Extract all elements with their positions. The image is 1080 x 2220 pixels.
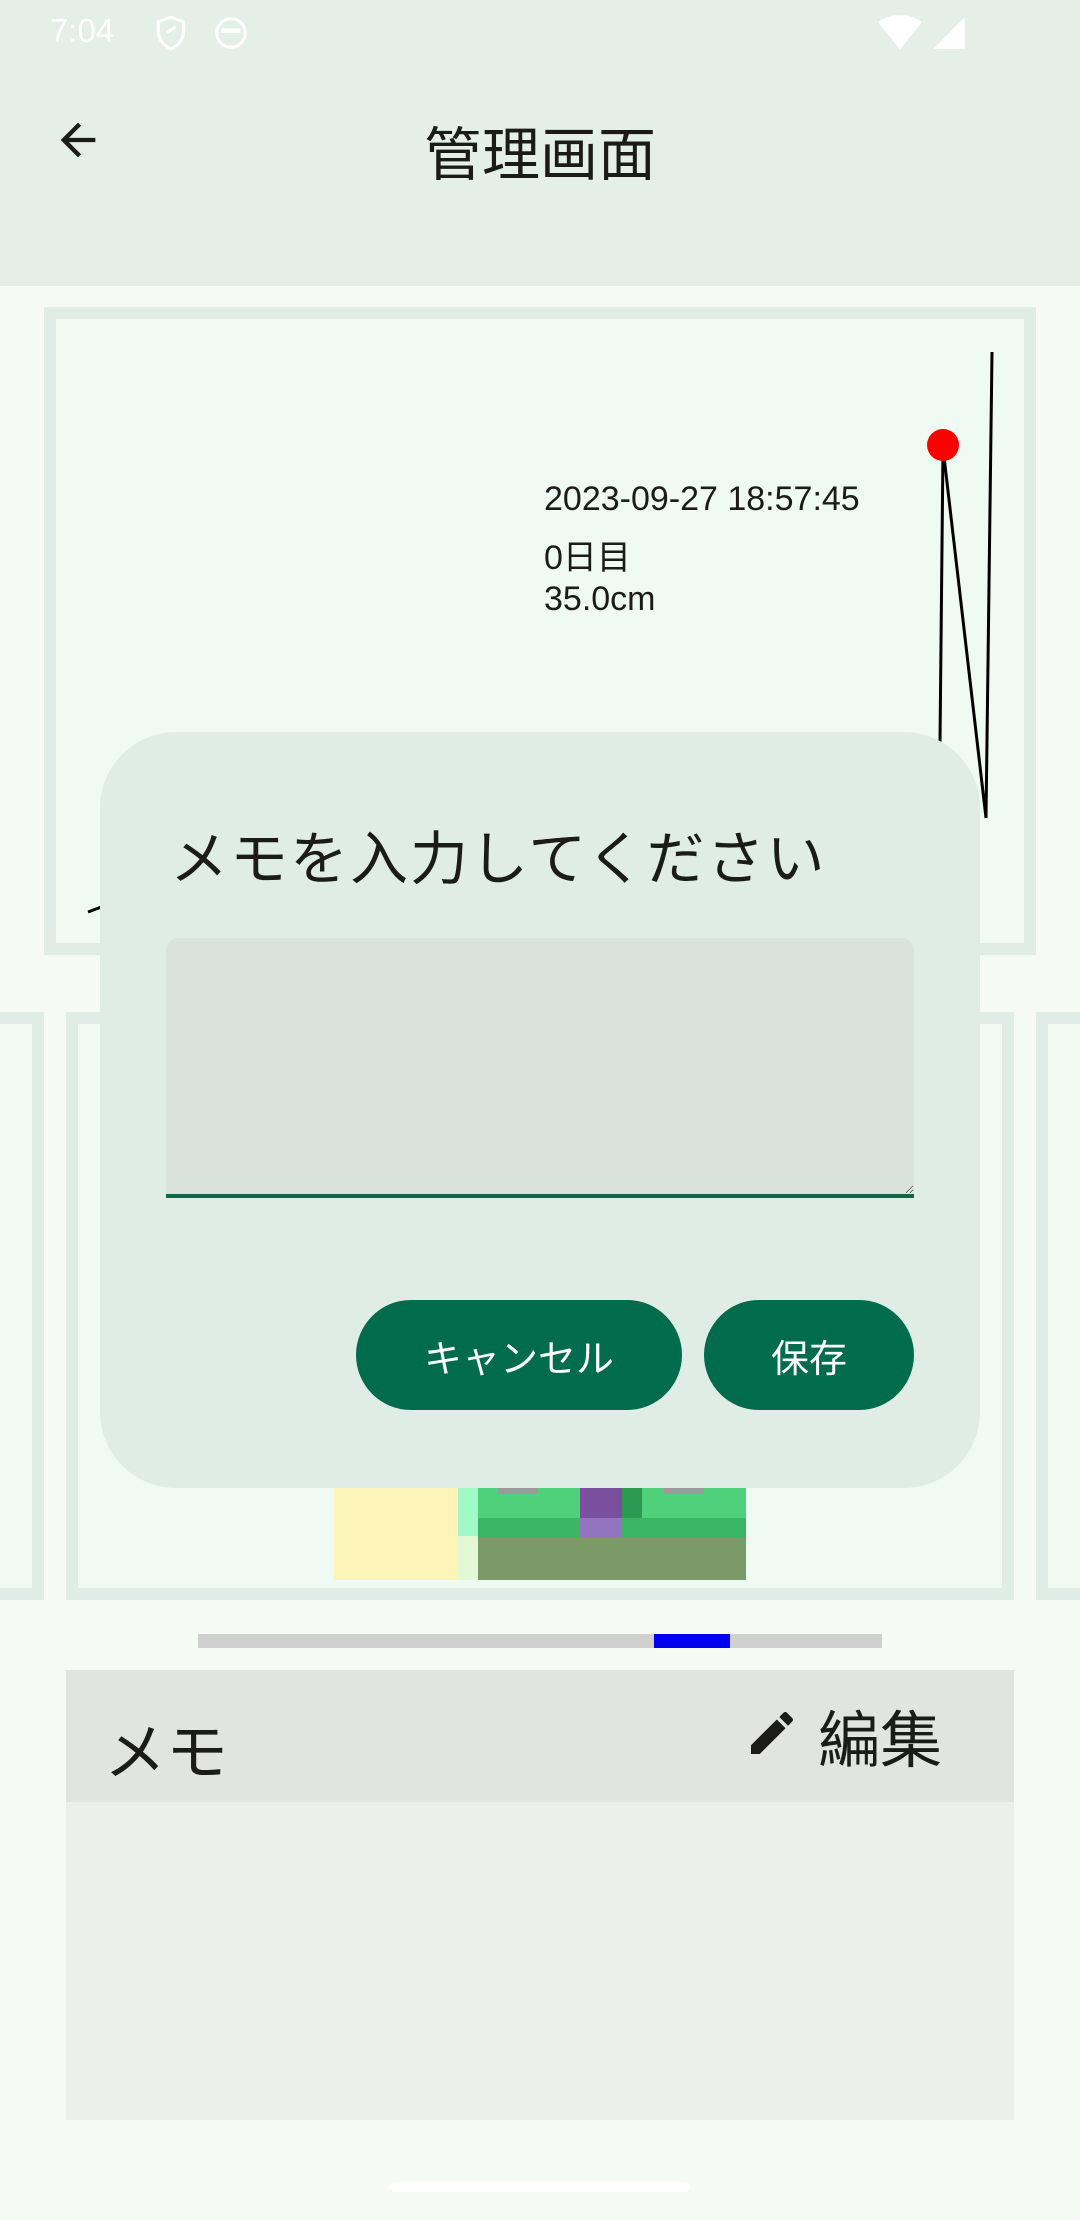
memo-label: メモ bbox=[104, 1716, 229, 1789]
pager-card-next-inner bbox=[1048, 1024, 1080, 1588]
pencil-icon bbox=[744, 1705, 800, 1765]
save-button[interactable]: 保存 bbox=[704, 1300, 914, 1410]
pager-indicator-thumb bbox=[654, 1634, 730, 1648]
plant-thumbnail-image bbox=[334, 1488, 746, 1580]
memo-input[interactable] bbox=[166, 938, 914, 1198]
memo-edit-button[interactable]: 編集 bbox=[744, 1700, 942, 1777]
gesture-nav-handle[interactable] bbox=[390, 2182, 690, 2192]
tooltip-day: 0日目 bbox=[544, 539, 631, 577]
pager-card-previous-inner bbox=[0, 1024, 32, 1588]
memo-edit-label: 編集 bbox=[818, 1704, 943, 1777]
memo-content bbox=[66, 1802, 1014, 2120]
tooltip-datetime: 2023-09-27 18:57:45 bbox=[544, 480, 860, 518]
chart-selected-marker bbox=[927, 429, 959, 461]
cancel-button[interactable]: キャンセル bbox=[356, 1300, 682, 1410]
pager-indicator-track bbox=[198, 1634, 882, 1648]
tooltip-value: 35.0cm bbox=[544, 580, 656, 618]
dialog-title: メモを入力してください bbox=[170, 825, 827, 893]
